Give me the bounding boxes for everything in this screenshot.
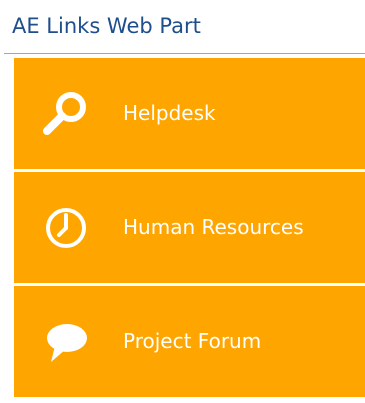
search-icon — [38, 86, 94, 142]
speech-bubble-icon — [38, 314, 94, 370]
web-part-title: AE Links Web Part — [12, 14, 201, 38]
title-divider — [4, 53, 365, 54]
link-tile-human-resources[interactable]: Human Resources — [14, 172, 365, 283]
link-label-project-forum: Project Forum — [123, 329, 262, 353]
link-label-human-resources: Human Resources — [123, 215, 304, 239]
link-label-helpdesk: Helpdesk — [123, 101, 216, 125]
link-tile-helpdesk[interactable]: Helpdesk — [14, 58, 365, 169]
link-tile-project-forum[interactable]: Project Forum — [14, 286, 365, 397]
clock-icon — [38, 200, 94, 256]
links-web-part: AE Links Web Part Helpdesk Human Resourc… — [0, 0, 365, 403]
links-list: Helpdesk Human Resources Project Forum — [14, 58, 365, 397]
